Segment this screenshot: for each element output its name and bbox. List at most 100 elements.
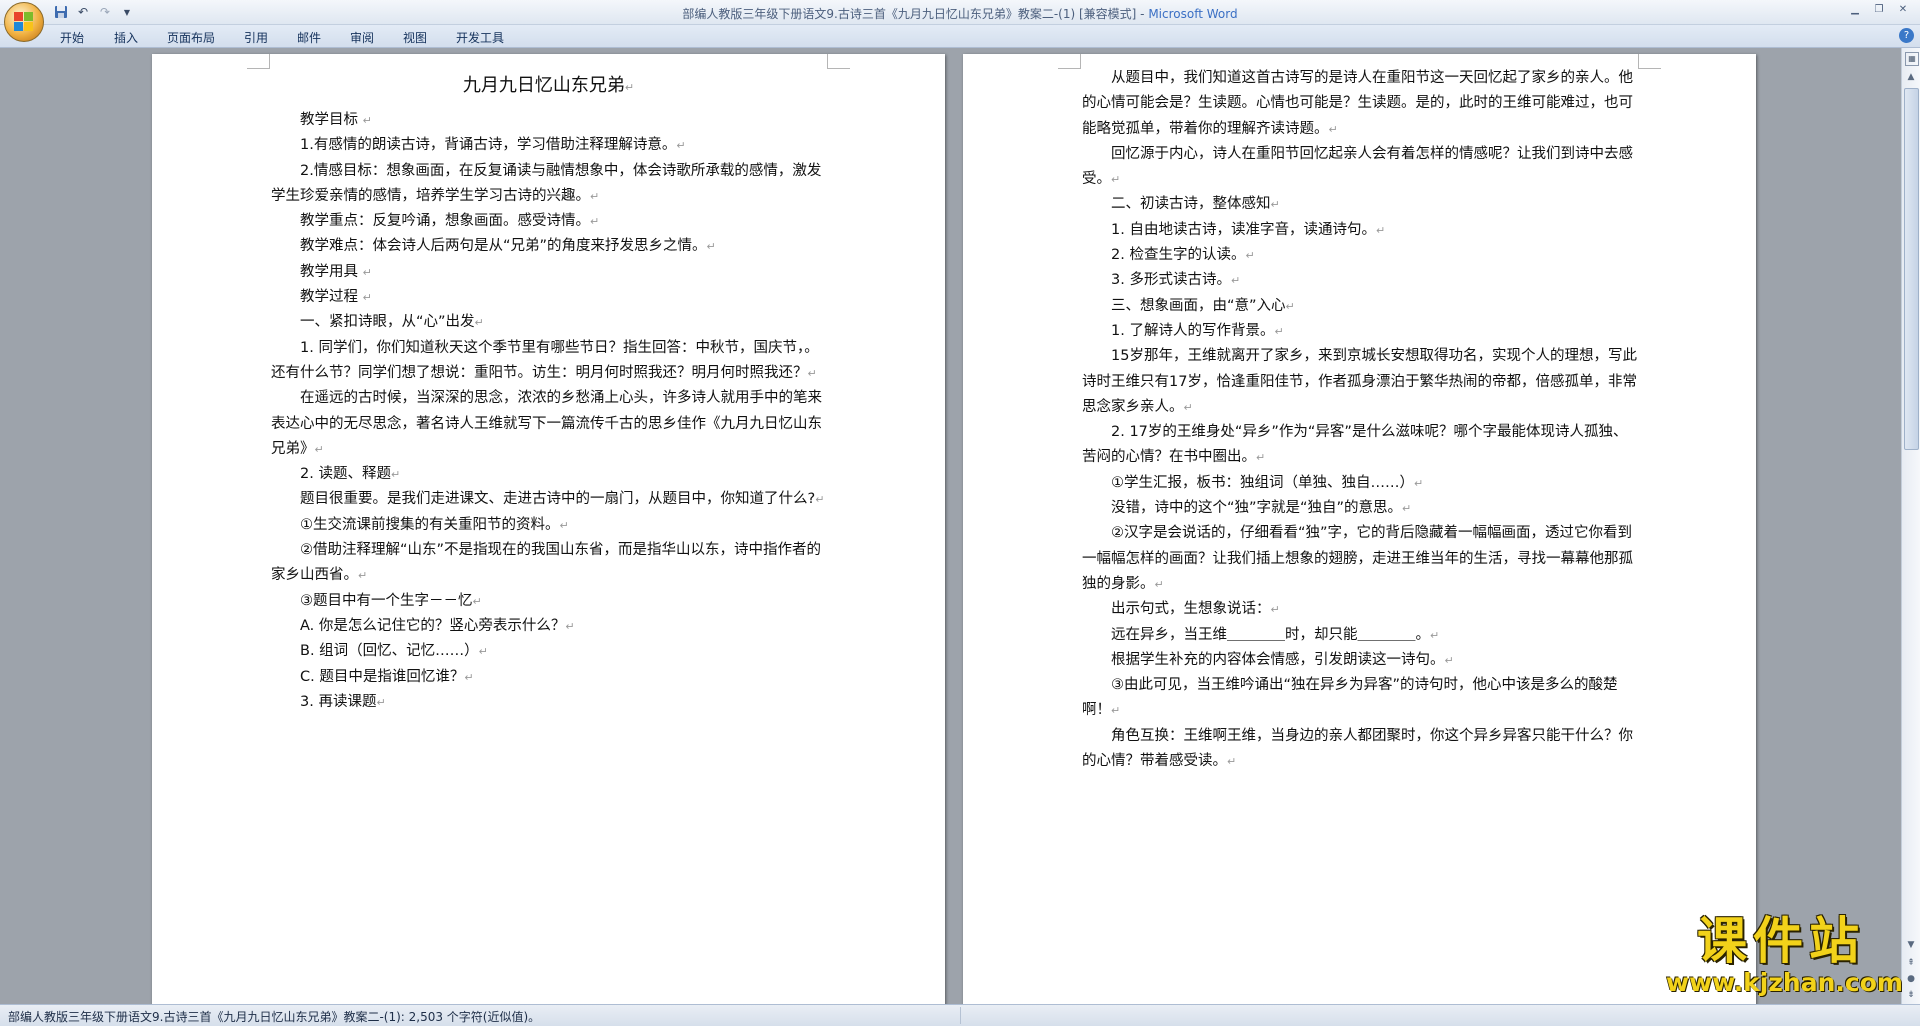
paragraph-mark-icon: ↵ (1375, 223, 1386, 237)
paragraph-text: 出示句式，生想象说话： (1111, 601, 1271, 618)
close-icon[interactable]: ✕ (1892, 2, 1914, 18)
paragraph[interactable]: A. 你是怎么记住它的？竖心旁表示什么？↵ (271, 614, 826, 639)
restore-icon[interactable]: ❐ (1868, 2, 1890, 18)
paragraph-text: 教学目标 (300, 112, 363, 128)
paragraph[interactable]: 2. 读题、释题↵ (271, 462, 826, 487)
tab-home[interactable]: 开始 (60, 29, 84, 46)
paragraph-text: 15岁那年，王维就离开了家乡，来到京城长安想取得功名，实现个人的理想，写此诗时王… (1082, 348, 1637, 415)
paragraph[interactable]: ②汉字是会说话的，仔细看看“独”字，它的背后隐藏着一幅幅画面，透过它你看到一幅幅… (1082, 521, 1637, 597)
paragraph[interactable]: C. 题目中是指谁回忆谁？↵ (271, 665, 826, 690)
paragraph-mark-icon: ↵ (565, 619, 575, 633)
paragraph[interactable]: 1. 同学们，你们知道秋天这个季节里有哪些节日？指生回答：中秋节，国庆节，。还有… (271, 336, 826, 387)
paragraph-text: 没错，诗中的这个“独”字就是“独自”的意思。 (1111, 500, 1403, 517)
minimize-icon[interactable]: ▁ (1844, 2, 1866, 18)
watermark-url: www.kjzhan.com (1666, 968, 1903, 997)
paragraph-text: 2. 检查生字的认读。 (1111, 247, 1246, 264)
paragraph-mark-icon: ↵ (1270, 603, 1280, 617)
paragraph-text: 一、紧扣诗眼，从“心”出发 (300, 314, 475, 331)
paragraph-text: 2. 读题、释题 (300, 466, 391, 483)
scroll-up-icon[interactable]: ▲ (1904, 70, 1918, 84)
document-heading[interactable]: 九月九日忆山东兄弟↵ (271, 66, 826, 108)
paragraph[interactable]: 教学用具 ↵ (271, 260, 826, 285)
paragraph[interactable]: ①学生汇报，板书：独组词（单独、独自……）↵ (1082, 471, 1637, 496)
tab-references[interactable]: 引用 (244, 29, 268, 46)
paragraph[interactable]: 角色互换：王维啊王维，当身边的亲人都团聚时，你这个异乡异客只能干什么？你的心情？… (1082, 724, 1637, 775)
scrollbar-thumb[interactable] (1904, 88, 1919, 450)
paragraph-text: C. 题目中是指谁回忆谁？ (300, 668, 465, 685)
paragraph[interactable]: 二、初读古诗，整体感知↵ (1082, 192, 1637, 217)
paragraph-text: 教学难点：体会诗人后两句是从“兄弟”的角度来抒发思乡之情。 (300, 238, 707, 255)
scroll-down-icon[interactable]: ▼ (1904, 938, 1918, 952)
paragraph[interactable]: 远在异乡，当王维＿＿＿＿时，却只能＿＿＿＿。↵ (1082, 623, 1637, 648)
vertical-scrollbar[interactable]: ▦ ▲ ▼ ⇞ ● ⇟ (1901, 48, 1920, 1004)
paragraph[interactable]: ②借助注释理解“山东”不是指现在的我国山东省，而是指华山以东，诗中指作者的家乡山… (271, 538, 826, 589)
paragraph[interactable]: 2.情感目标：想象画面，在反复诵读与融情想象中，体会诗歌所承载的感情，激发学生珍… (271, 159, 826, 210)
paragraph[interactable]: 教学过程 ↵ (271, 285, 826, 310)
paragraph-text: ①学生汇报，板书：独组词（单独、独自……） (1111, 474, 1414, 491)
paragraph[interactable]: ①生交流课前搜集的有关重阳节的资料。↵ (271, 513, 826, 538)
tab-insert[interactable]: 插入 (114, 29, 138, 46)
paragraph[interactable]: 没错，诗中的这个“独”字就是“独自”的意思。↵ (1082, 496, 1637, 521)
paragraph-mark-icon: ↵ (1245, 249, 1255, 263)
paragraph[interactable]: ③由此可见，当王维吟诵出“独在异乡为异客”的诗句时，他心中该是多么的酸楚啊！↵ (1082, 673, 1637, 724)
paragraph[interactable]: ③题目中有一个生字－－忆↵ (271, 589, 826, 614)
paragraph[interactable]: 根据学生补充的内容体会情感，引发朗读这一诗句。↵ (1082, 648, 1637, 673)
tab-page-layout[interactable]: 页面布局 (167, 29, 215, 46)
paragraph-mark-icon: ↵ (1183, 400, 1193, 414)
page-text-left[interactable]: 九月九日忆山东兄弟↵ 教学目标 ↵ 1.有感情的朗读古诗，背诵古诗，学习借助注释理解… (271, 66, 826, 715)
paragraph[interactable]: 3. 再读课题↵ (271, 690, 826, 715)
office-button[interactable] (4, 2, 44, 42)
paragraph-text: 3. 多形式读古诗。 (1111, 272, 1231, 289)
paragraph[interactable]: 题目很重要。是我们走进课文、走进古诗中的一扇门，从题目中，你知道了什么?↵ (271, 487, 826, 512)
next-page-icon[interactable]: ⇟ (1904, 988, 1918, 1002)
paragraph[interactable]: 2. 17岁的王维身处“异乡”作为“异客”是什么滋味呢？哪个字最能体现诗人孤独、… (1082, 420, 1637, 471)
paragraph[interactable]: 1. 了解诗人的写作背景。↵ (1082, 319, 1637, 344)
paragraph-mark-icon: ↵ (362, 291, 372, 305)
paragraph[interactable]: 2. 检查生字的认读。↵ (1082, 243, 1637, 268)
paragraph[interactable]: 回忆源于内心，诗人在重阳节回忆起亲人会有着怎样的情感呢？让我们到诗中去感受。↵ (1082, 142, 1637, 193)
page-text-right[interactable]: 从题目中，我们知道这首古诗写的是诗人在重阳节这一天回忆起了家乡的亲人。他的心情可… (1082, 66, 1637, 774)
paragraph[interactable]: 教学难点：体会诗人后两句是从“兄弟”的角度来抒发思乡之情。↵ (271, 234, 826, 259)
select-browse-object-icon[interactable]: ● (1904, 972, 1918, 986)
paragraph-text: 在遥远的古时候，当深深的思念，浓浓的乡愁涌上心头，许多诗人就用手中的笔来表达心中… (271, 390, 822, 457)
document-page-right[interactable]: 从题目中，我们知道这首古诗写的是诗人在重阳节这一天回忆起了家乡的亲人。他的心情可… (963, 54, 1756, 1004)
paragraph-text: 题目很重要。是我们走进课文、走进古诗中的一扇门，从题目中，你知道了什么? (300, 491, 816, 508)
document-title: 部编人教版三年级下册语文9.古诗三首《九月九日忆山东兄弟》教案二-(1) [兼容… (682, 7, 1137, 21)
office-logo-icon (14, 12, 34, 32)
tab-mailings[interactable]: 邮件 (297, 29, 321, 46)
paragraph[interactable]: 15岁那年，王维就离开了家乡，来到京城长安想取得功名，实现个人的理想，写此诗时王… (1082, 344, 1637, 420)
tab-developer[interactable]: 开发工具 (456, 29, 504, 46)
paragraph[interactable]: 在遥远的古时候，当深深的思念，浓浓的乡愁涌上心头，许多诗人就用手中的笔来表达心中… (271, 386, 826, 462)
paragraph-mark-icon: ↵ (1256, 451, 1266, 465)
paragraph[interactable]: B. 组词（回忆、记忆……）↵ (271, 639, 826, 664)
paragraph-text: 九月九日忆山东兄弟 (462, 75, 625, 96)
paragraph-text: ③题目中有一个生字－－忆 (300, 592, 473, 609)
paragraph-mark-icon: ↵ (1402, 502, 1412, 516)
paragraph[interactable]: 教学目标 ↵ (271, 108, 826, 133)
app-name: Microsoft Word (1148, 7, 1238, 21)
help-icon[interactable]: ? (1899, 28, 1914, 43)
paragraph[interactable]: 3. 多形式读古诗。↵ (1082, 268, 1637, 293)
ruler-toggle-icon[interactable]: ▦ (1905, 52, 1919, 66)
paragraph-mark-icon: ↵ (676, 139, 686, 153)
paragraph[interactable]: 三、想象画面，由“意”入心↵ (1082, 294, 1637, 319)
previous-page-icon[interactable]: ⇞ (1904, 956, 1918, 970)
tab-view[interactable]: 视图 (403, 29, 427, 46)
paragraph-mark-icon: ↵ (1111, 704, 1121, 718)
paragraph-text: ③由此可见，当王维吟诵出“独在异乡为异客”的诗句时，他心中该是多么的酸楚啊！ (1082, 677, 1618, 719)
paragraph-text: 3. 再读课题 (300, 693, 377, 710)
paragraph[interactable]: 从题目中，我们知道这首古诗写的是诗人在重阳节这一天回忆起了家乡的亲人。他的心情可… (1082, 66, 1637, 142)
crop-mark (1638, 54, 1661, 69)
paragraph[interactable]: 出示句式，生想象说话：↵ (1082, 597, 1637, 622)
paragraph-mark-icon: ↵ (807, 366, 817, 380)
paragraph-mark-icon: ↵ (358, 569, 368, 583)
paragraph-mark-icon: ↵ (390, 468, 401, 482)
paragraph[interactable]: 一、紧扣诗眼，从“心”出发↵ (271, 310, 826, 335)
paragraph[interactable]: 1. 自由地读古诗，读准字音，读通诗句。↵ (1082, 218, 1637, 243)
tab-review[interactable]: 审阅 (350, 29, 374, 46)
paragraph[interactable]: 1.有感情的朗读古诗，背诵古诗，学习借助注释理解诗意。↵ (271, 133, 826, 158)
paragraph[interactable]: 教学重点：反复吟诵，想象画面。感受诗情。↵ (271, 209, 826, 234)
ribbon-tabs: 开始 插入 页面布局 引用 邮件 审阅 视图 开发工具 ? (0, 25, 1920, 48)
document-page-left[interactable]: 九月九日忆山东兄弟↵ 教学目标 ↵ 1.有感情的朗读古诗，背诵古诗，学习借助注释理解… (152, 54, 945, 1004)
title-bar: ↶ ↷ ▼ 部编人教版三年级下册语文9.古诗三首《九月九日忆山东兄弟》教案二-(… (0, 0, 1920, 25)
